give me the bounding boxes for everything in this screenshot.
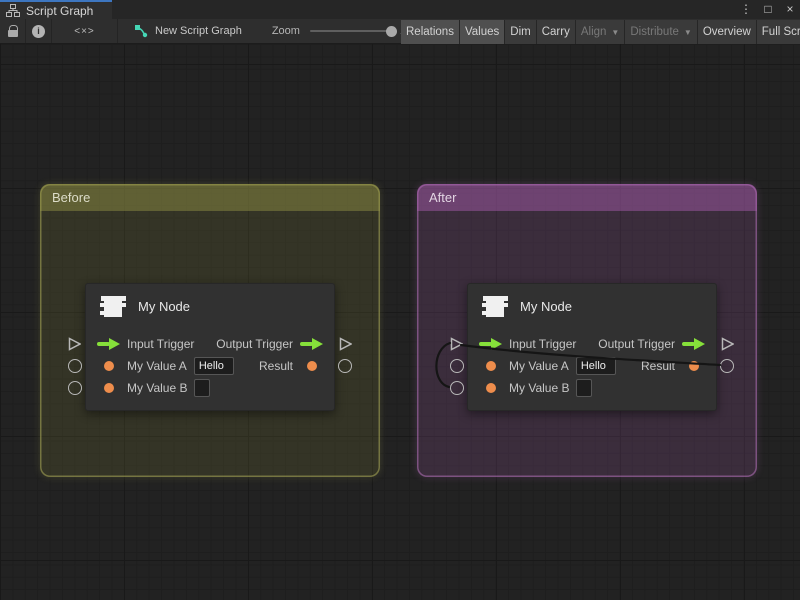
value-b-label: My Value B <box>127 381 187 395</box>
group-before-title: Before <box>52 190 90 205</box>
script-graph-icon <box>134 24 148 38</box>
info-icon: i <box>32 25 45 38</box>
my-value-b-port[interactable] <box>68 381 82 395</box>
group-before-header[interactable]: Before <box>40 184 380 211</box>
result-label: Result <box>641 359 675 373</box>
group-after-title: After <box>429 190 456 205</box>
control-input-label: Input Trigger <box>127 337 194 351</box>
node-title: My Node <box>520 299 572 314</box>
carry-button[interactable]: Carry <box>537 20 576 44</box>
result-port-icon[interactable] <box>682 361 705 371</box>
my-value-b-port[interactable] <box>450 381 464 395</box>
result-port[interactable] <box>338 359 352 373</box>
graph-title-label[interactable]: New Script Graph <box>155 25 242 37</box>
value-a-input[interactable] <box>576 357 616 375</box>
dim-button[interactable]: Dim <box>505 20 536 44</box>
input-trigger-port[interactable] <box>450 337 463 356</box>
node-my-node-after[interactable]: My Node Input Trigger Output Trigger My … <box>467 283 717 411</box>
values-button[interactable]: Values <box>460 20 505 44</box>
unit-icon <box>481 294 509 319</box>
unit-icon <box>99 294 127 319</box>
code-preview-button[interactable]: <×> <box>52 19 118 43</box>
control-input-icon[interactable] <box>479 338 502 350</box>
result-port-icon[interactable] <box>300 361 323 371</box>
zoom-slider-handle[interactable] <box>386 26 397 37</box>
zoom-label: Zoom <box>272 25 300 37</box>
input-trigger-port[interactable] <box>68 337 81 356</box>
chevron-down-icon: ▼ <box>684 28 692 37</box>
overview-button[interactable]: Overview <box>698 20 757 44</box>
script-graph-window: Script Graph ⋮ □ × i <×> New Script Grap… <box>0 0 800 600</box>
control-output-icon[interactable] <box>682 338 705 350</box>
value-b-port-icon[interactable] <box>97 383 120 393</box>
result-label: Result <box>259 359 293 373</box>
value-b-input[interactable] <box>194 379 210 397</box>
tab-title: Script Graph <box>26 4 93 18</box>
lock-icon <box>8 30 18 37</box>
value-a-label: My Value A <box>509 359 569 373</box>
tab-script-graph[interactable]: Script Graph <box>0 0 112 19</box>
graph-hierarchy-icon <box>6 4 20 17</box>
control-input-label: Input Trigger <box>509 337 576 351</box>
maximize-icon[interactable]: □ <box>762 0 774 19</box>
value-a-label: My Value A <box>127 359 187 373</box>
result-port[interactable] <box>720 359 734 373</box>
node-my-node-before[interactable]: My Node Input Trigger Output Trigger My … <box>85 283 335 411</box>
control-output-label: Output Trigger <box>598 337 675 351</box>
output-trigger-port[interactable] <box>721 337 734 356</box>
value-a-port-icon[interactable] <box>97 361 120 371</box>
inspect-button[interactable]: i <box>26 19 52 43</box>
lock-button[interactable] <box>0 19 26 43</box>
value-b-input[interactable] <box>576 379 592 397</box>
control-output-label: Output Trigger <box>216 337 293 351</box>
fullscreen-button[interactable]: Full Screen <box>757 20 800 44</box>
graph-canvas[interactable]: Before After My Node Input Trigger <box>0 44 800 600</box>
my-value-a-port[interactable] <box>68 359 82 373</box>
node-title: My Node <box>138 299 190 314</box>
align-button[interactable]: Align ▼ <box>576 20 626 44</box>
control-output-icon[interactable] <box>300 338 323 350</box>
zoom-slider[interactable] <box>310 30 392 32</box>
output-trigger-port[interactable] <box>339 337 352 356</box>
value-a-input[interactable] <box>194 357 234 375</box>
my-value-a-port[interactable] <box>450 359 464 373</box>
distribute-button[interactable]: Distribute ▼ <box>625 20 698 44</box>
code-icon: <×> <box>74 26 95 37</box>
value-a-port-icon[interactable] <box>479 361 502 371</box>
value-b-port-icon[interactable] <box>479 383 502 393</box>
chevron-down-icon: ▼ <box>611 28 619 37</box>
control-input-icon[interactable] <box>97 338 120 350</box>
value-b-label: My Value B <box>509 381 569 395</box>
relations-button[interactable]: Relations <box>401 20 460 44</box>
toolbar-button-strip: Relations Values Dim Carry Align ▼ Distr… <box>401 19 800 44</box>
close-icon[interactable]: × <box>784 0 796 19</box>
tab-bar: Script Graph ⋮ □ × <box>0 0 800 19</box>
group-after-header[interactable]: After <box>417 184 757 211</box>
window-menu-icon[interactable]: ⋮ <box>740 0 752 19</box>
